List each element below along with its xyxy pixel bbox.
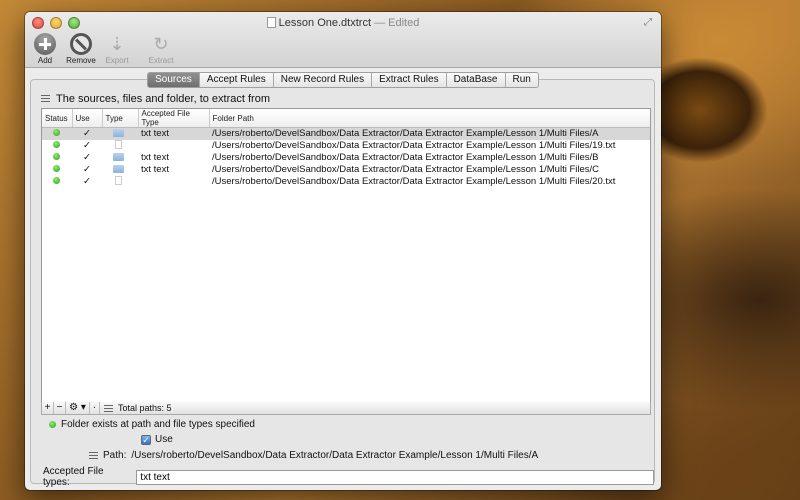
list-icon <box>89 451 98 460</box>
fullscreen-icon[interactable]: ⤢ <box>644 17 655 28</box>
file-type-cell: txt text <box>138 127 209 140</box>
add-button[interactable]: Add <box>29 33 61 65</box>
tab-new-record-rules[interactable]: New Record Rules <box>272 73 371 87</box>
table-row[interactable]: ✓ /Users/roberto/DevelSandbox/Data Extra… <box>42 176 650 188</box>
tab-accept-rules[interactable]: Accept Rules <box>198 73 273 87</box>
use-checkbox[interactable]: ✓ <box>72 140 102 152</box>
export-icon: ⇣ <box>109 34 125 54</box>
gear-menu-button[interactable]: ⚙ ▾ <box>66 402 90 414</box>
status-ok-icon <box>53 153 60 160</box>
toolbar: Add Remove ⇣ Export ↻ Extract <box>29 33 177 65</box>
accepted-file-types-label: Accepted File types: <box>43 466 104 488</box>
extract-label: Extract <box>148 56 174 65</box>
path-status: Folder exists at path and file types spe… <box>49 419 255 430</box>
path-cell: /Users/roberto/DevelSandbox/Data Extract… <box>212 164 600 175</box>
title-bar: Lesson One.dtxtrct — Edited ⤢ Add Remove… <box>25 12 661 68</box>
list-icon <box>41 95 50 103</box>
type-cell <box>102 164 138 176</box>
column-use[interactable]: Use <box>72 109 103 128</box>
use-checkbox-label: Use <box>155 434 173 445</box>
column-type[interactable]: Type <box>102 109 139 128</box>
path-row: Path: /Users/roberto/DevelSandbox/Data E… <box>89 450 538 461</box>
path-value: /Users/roberto/DevelSandbox/Data Extract… <box>131 450 539 461</box>
tab-database[interactable]: DataBase <box>445 73 505 87</box>
file-icon <box>115 176 122 185</box>
status-ok-icon <box>53 129 60 137</box>
add-label: Add <box>37 56 53 65</box>
table-row[interactable]: ✓ txt text /Users/roberto/DevelSandbox/D… <box>42 164 650 176</box>
type-cell <box>102 127 138 140</box>
status-cell <box>42 152 72 164</box>
export-label: Export <box>105 56 129 65</box>
table-row[interactable]: ✓ txt text /Users/roberto/DevelSandbox/D… <box>42 127 650 140</box>
document-icon <box>266 17 276 28</box>
path-status-text: Folder exists at path and file types spe… <box>61 419 255 430</box>
tab-sources[interactable]: Sources <box>148 73 199 87</box>
path-cell: /Users/roberto/DevelSandbox/Data Extract… <box>212 152 599 163</box>
use-checkbox[interactable]: ✓ <box>72 164 102 176</box>
status-cell <box>42 176 72 188</box>
file-type-cell <box>138 176 209 188</box>
accepted-file-types-row: Accepted File types: <box>43 466 654 488</box>
table-header: Status Use Type Accepted File Type Folde… <box>42 109 650 128</box>
status-ok-icon <box>53 141 60 148</box>
folder-icon <box>113 153 124 161</box>
folder-icon <box>113 165 124 173</box>
folder-icon <box>113 129 124 138</box>
file-type-cell <box>138 140 209 152</box>
tab-run[interactable]: Run <box>504 73 538 87</box>
tab-extract-rules[interactable]: Extract Rules <box>371 73 445 87</box>
tab-bar: Sources Accept Rules New Record Rules Ex… <box>25 72 661 88</box>
column-accepted-file-type[interactable]: Accepted File Type <box>138 109 210 128</box>
use-checkbox-row: ✓ Use <box>141 434 173 445</box>
status-cell <box>42 164 72 176</box>
table-row[interactable]: ✓ /Users/roberto/DevelSandbox/Data Extra… <box>42 140 650 152</box>
status-ok-icon <box>53 177 60 184</box>
add-row-button[interactable]: + <box>42 402 54 414</box>
path-cell: /Users/roberto/DevelSandbox/Data Extract… <box>212 176 616 187</box>
sources-heading: The sources, files and folder, to extrac… <box>41 93 270 105</box>
column-status[interactable]: Status <box>42 109 73 128</box>
tab-panel: The sources, files and folder, to extrac… <box>30 79 655 488</box>
path-cell: /Users/roberto/DevelSandbox/Data Extract… <box>212 140 616 151</box>
use-checkbox[interactable]: ✓ <box>141 434 151 445</box>
table-row[interactable]: ✓ txt text /Users/roberto/DevelSandbox/D… <box>42 152 650 164</box>
add-icon <box>34 33 56 55</box>
export-button[interactable]: ⇣ Export <box>101 33 133 65</box>
sources-table[interactable]: Status Use Type Accepted File Type Folde… <box>41 108 651 403</box>
status-ok-icon <box>49 421 56 428</box>
extract-button[interactable]: ↻ Extract <box>145 33 177 65</box>
path-label: Path: <box>103 450 127 461</box>
use-checkbox[interactable]: ✓ <box>72 152 102 164</box>
extract-icon: ↻ <box>153 34 169 54</box>
window-title-text: Lesson One.dtxtrct <box>278 17 371 29</box>
edited-indicator: — Edited <box>374 17 420 29</box>
table-footer: + − ⚙ ▾ · Total paths: 5 <box>41 402 651 415</box>
remove-row-button[interactable]: − <box>54 402 66 414</box>
document-window: Lesson One.dtxtrct — Edited ⤢ Add Remove… <box>25 12 661 490</box>
sources-heading-text: The sources, files and folder, to extrac… <box>56 93 270 105</box>
small-action-button[interactable]: · <box>90 402 100 414</box>
window-title: Lesson One.dtxtrct — Edited <box>25 17 661 29</box>
remove-button[interactable]: Remove <box>65 33 97 65</box>
use-checkbox[interactable]: ✓ <box>72 176 102 188</box>
type-cell <box>102 152 138 164</box>
list-icon <box>104 404 113 412</box>
remove-label: Remove <box>66 56 96 65</box>
status-cell <box>42 140 72 152</box>
type-cell <box>102 176 138 188</box>
remove-icon <box>70 33 92 55</box>
file-type-cell: txt text <box>141 164 169 175</box>
column-folder-path[interactable]: Folder Path <box>209 109 650 128</box>
file-icon <box>115 140 122 149</box>
status-ok-icon <box>53 165 60 172</box>
total-paths: Total paths: 5 <box>118 403 172 413</box>
path-cell: /Users/roberto/DevelSandbox/Data Extract… <box>209 127 650 140</box>
status-cell <box>42 127 72 140</box>
file-type-cell: txt text <box>141 152 169 163</box>
type-cell <box>102 140 138 152</box>
use-checkbox[interactable]: ✓ <box>72 127 102 140</box>
accepted-file-types-field[interactable] <box>136 469 654 485</box>
